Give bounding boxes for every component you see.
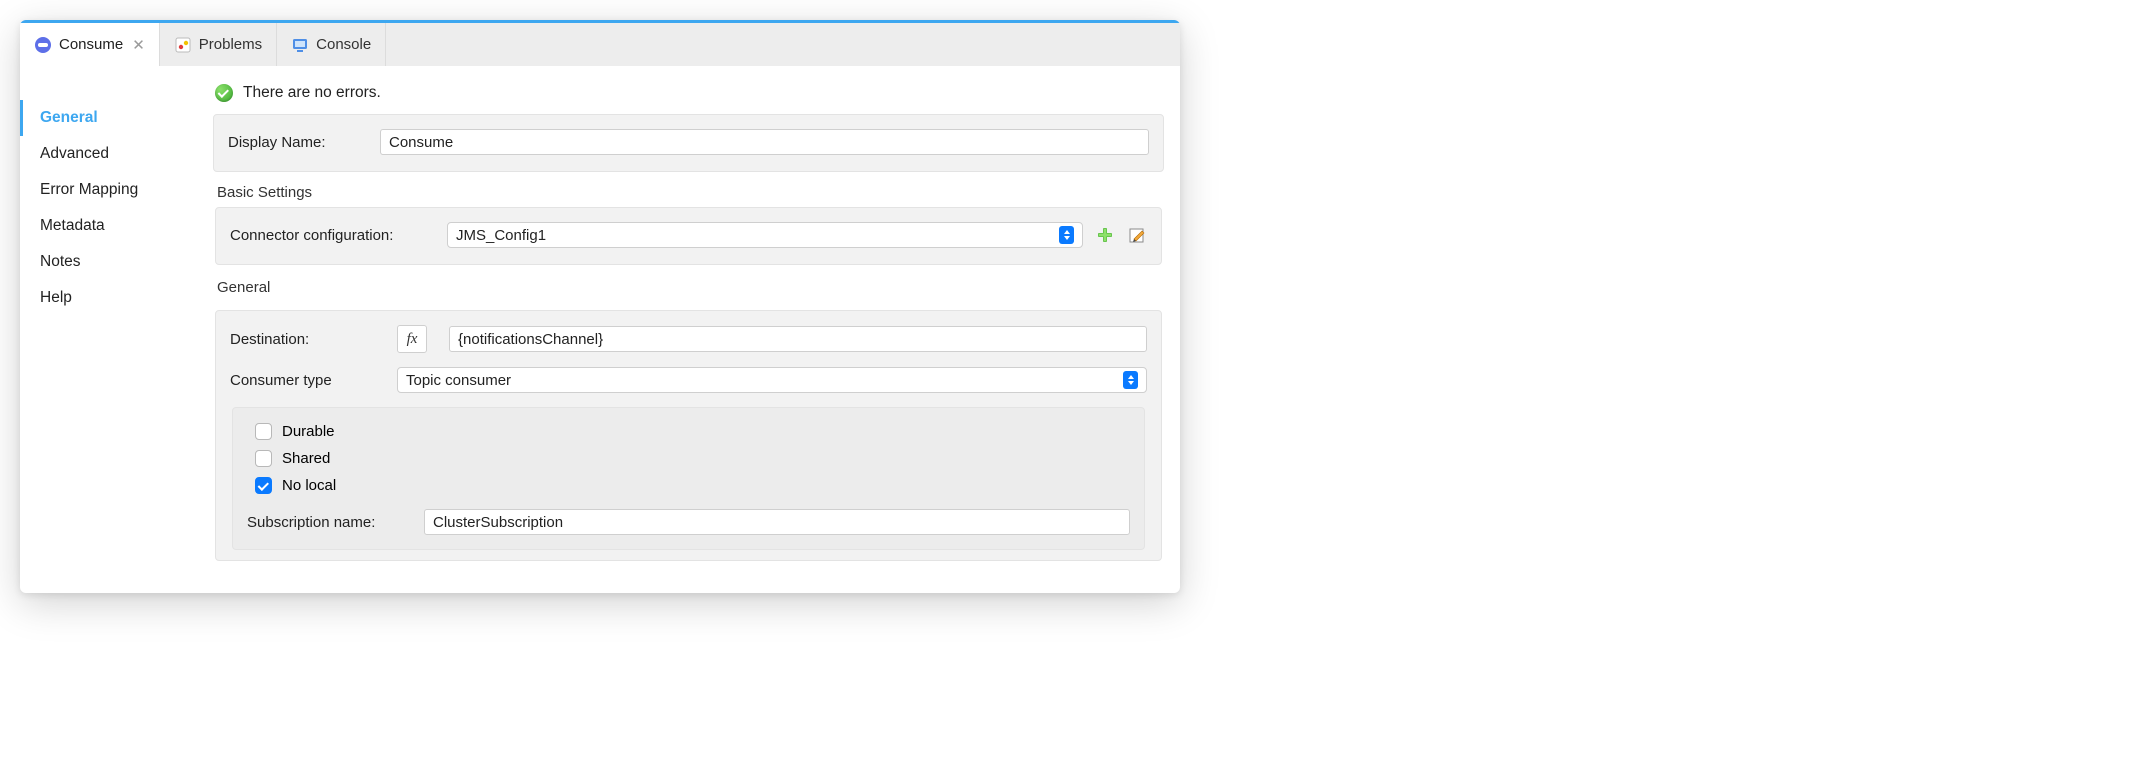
check-icon xyxy=(215,84,233,102)
consumer-type-select[interactable]: Topic consumer xyxy=(397,367,1147,393)
sidebar-item-general[interactable]: General xyxy=(20,100,205,136)
no-local-checkbox[interactable] xyxy=(255,477,272,494)
sidebar-item-error-mapping[interactable]: Error Mapping xyxy=(20,172,205,208)
tab-problems[interactable]: Problems xyxy=(160,23,277,66)
status-message: There are no errors. xyxy=(243,84,381,102)
tab-consume[interactable]: Consume ✕ xyxy=(20,23,160,66)
basic-settings-title: Basic Settings xyxy=(215,184,1162,207)
problems-icon xyxy=(174,36,192,54)
consumer-options: Durable Shared No local Subscription nam… xyxy=(232,407,1145,550)
shared-label: Shared xyxy=(282,450,330,467)
connector-config-label: Connector configuration: xyxy=(230,227,435,244)
sidebar: General Advanced Error Mapping Metadata … xyxy=(20,66,205,593)
general-section: General Destination: fx Consumer type To… xyxy=(213,279,1164,561)
close-icon[interactable]: ✕ xyxy=(132,36,145,54)
tab-bar: Consume ✕ Problems Console xyxy=(20,20,1180,66)
general-body: Destination: fx Consumer type Topic cons… xyxy=(215,310,1162,561)
config-window: Consume ✕ Problems Console General Advan… xyxy=(20,20,1180,593)
sidebar-item-advanced[interactable]: Advanced xyxy=(20,136,205,172)
shared-row[interactable]: Shared xyxy=(247,445,1130,472)
console-icon xyxy=(291,36,309,54)
updown-icon xyxy=(1123,371,1138,389)
updown-icon xyxy=(1059,226,1074,244)
subscription-name-label: Subscription name: xyxy=(247,514,412,531)
sidebar-item-metadata[interactable]: Metadata xyxy=(20,208,205,244)
connector-config-select[interactable]: JMS_Config1 xyxy=(447,222,1083,248)
general-title: General xyxy=(215,279,1162,302)
tab-console[interactable]: Console xyxy=(277,23,386,66)
display-name-section: Display Name: xyxy=(213,114,1164,172)
add-config-button[interactable] xyxy=(1095,225,1115,245)
durable-label: Durable xyxy=(282,423,335,440)
destination-label: Destination: xyxy=(230,331,385,348)
consume-icon xyxy=(34,36,52,54)
tab-label: Consume xyxy=(59,36,123,53)
tab-label: Console xyxy=(316,36,371,53)
tab-label: Problems xyxy=(199,36,262,53)
destination-input[interactable] xyxy=(449,326,1147,352)
status-bar: There are no errors. xyxy=(213,80,1164,114)
connector-config-value: JMS_Config1 xyxy=(456,227,546,244)
durable-checkbox[interactable] xyxy=(255,423,272,440)
basic-settings-section: Basic Settings Connector configuration: … xyxy=(213,184,1164,265)
display-name-input[interactable] xyxy=(380,129,1149,155)
no-local-label: No local xyxy=(282,477,336,494)
durable-row[interactable]: Durable xyxy=(247,418,1130,445)
fx-button[interactable]: fx xyxy=(397,325,427,353)
main-panel: There are no errors. Display Name: Basic… xyxy=(205,66,1180,593)
display-name-label: Display Name: xyxy=(228,134,368,151)
sidebar-item-notes[interactable]: Notes xyxy=(20,244,205,280)
shared-checkbox[interactable] xyxy=(255,450,272,467)
edit-config-button[interactable] xyxy=(1127,225,1147,245)
consumer-type-label: Consumer type xyxy=(230,372,385,389)
no-local-row[interactable]: No local xyxy=(247,472,1130,499)
subscription-name-input[interactable] xyxy=(424,509,1130,535)
sidebar-item-help[interactable]: Help xyxy=(20,280,205,316)
consumer-type-value: Topic consumer xyxy=(406,372,511,389)
